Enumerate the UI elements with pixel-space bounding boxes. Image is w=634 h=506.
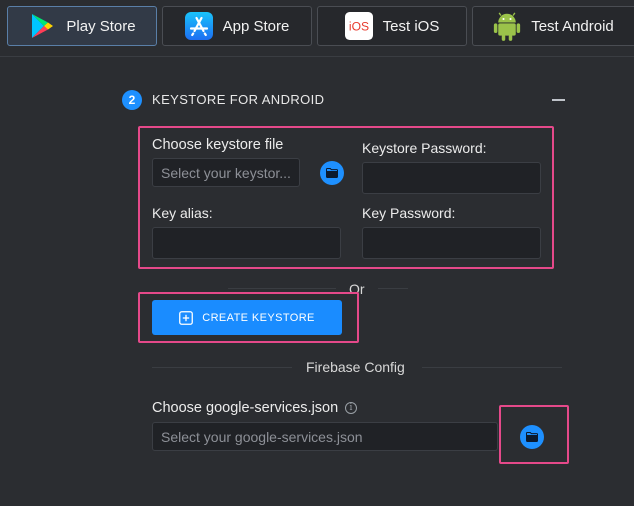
store-tab-bar: Play Store App Store iOS Test iOS Test A… [0,0,634,52]
tab-app-store[interactable]: App Store [162,6,312,46]
keystore-file-label: Choose keystore file [152,137,284,153]
or-divider-left [228,288,336,289]
key-alias-label: Key alias: [152,205,213,221]
firebase-config-title: Firebase Config [306,359,405,375]
tab-test-ios-label: Test iOS [382,17,440,35]
tab-play-store[interactable]: Play Store [7,6,157,46]
create-keystore-label: CREATE KEYSTORE [202,311,315,324]
android-icon [493,12,521,41]
ios-icon: iOS [344,12,373,40]
tab-play-store-label: Play Store [66,17,136,35]
google-services-input[interactable] [152,422,498,451]
folder-icon [526,432,538,442]
key-password-field[interactable] [362,227,541,259]
firebase-divider-right [422,367,562,368]
add-square-icon [179,310,194,325]
ios-icon-text: iOS [349,20,369,34]
or-divider-right [378,288,408,289]
create-keystore-button[interactable]: CREATE KEYSTORE [152,300,342,335]
tab-divider [0,56,634,57]
tab-test-android-label: Test Android [531,17,614,35]
key-alias-field[interactable] [152,227,341,259]
folder-icon [326,168,338,178]
or-label: Or [349,281,365,297]
tab-test-ios[interactable]: iOS Test iOS [317,6,467,46]
keystore-password-field[interactable] [362,162,541,194]
firebase-divider-left [152,367,292,368]
key-password-label: Key Password: [362,205,456,221]
keystore-file-input[interactable] [152,158,300,187]
collapse-icon[interactable] [552,99,565,101]
step-number-badge: 2 [122,90,142,110]
google-services-label: Choose google-services.json [152,400,339,416]
tab-test-android[interactable]: Test Android [472,6,634,46]
keystore-password-label: Keystore Password: [362,140,487,156]
section-title: KEYSTORE FOR ANDROID [152,92,325,107]
info-icon: i [345,402,357,414]
google-services-browse-button[interactable] [520,425,544,449]
app-store-icon [184,12,213,40]
tab-app-store-label: App Store [222,17,290,35]
google-play-icon [28,12,56,40]
keystore-browse-button[interactable] [320,161,344,185]
